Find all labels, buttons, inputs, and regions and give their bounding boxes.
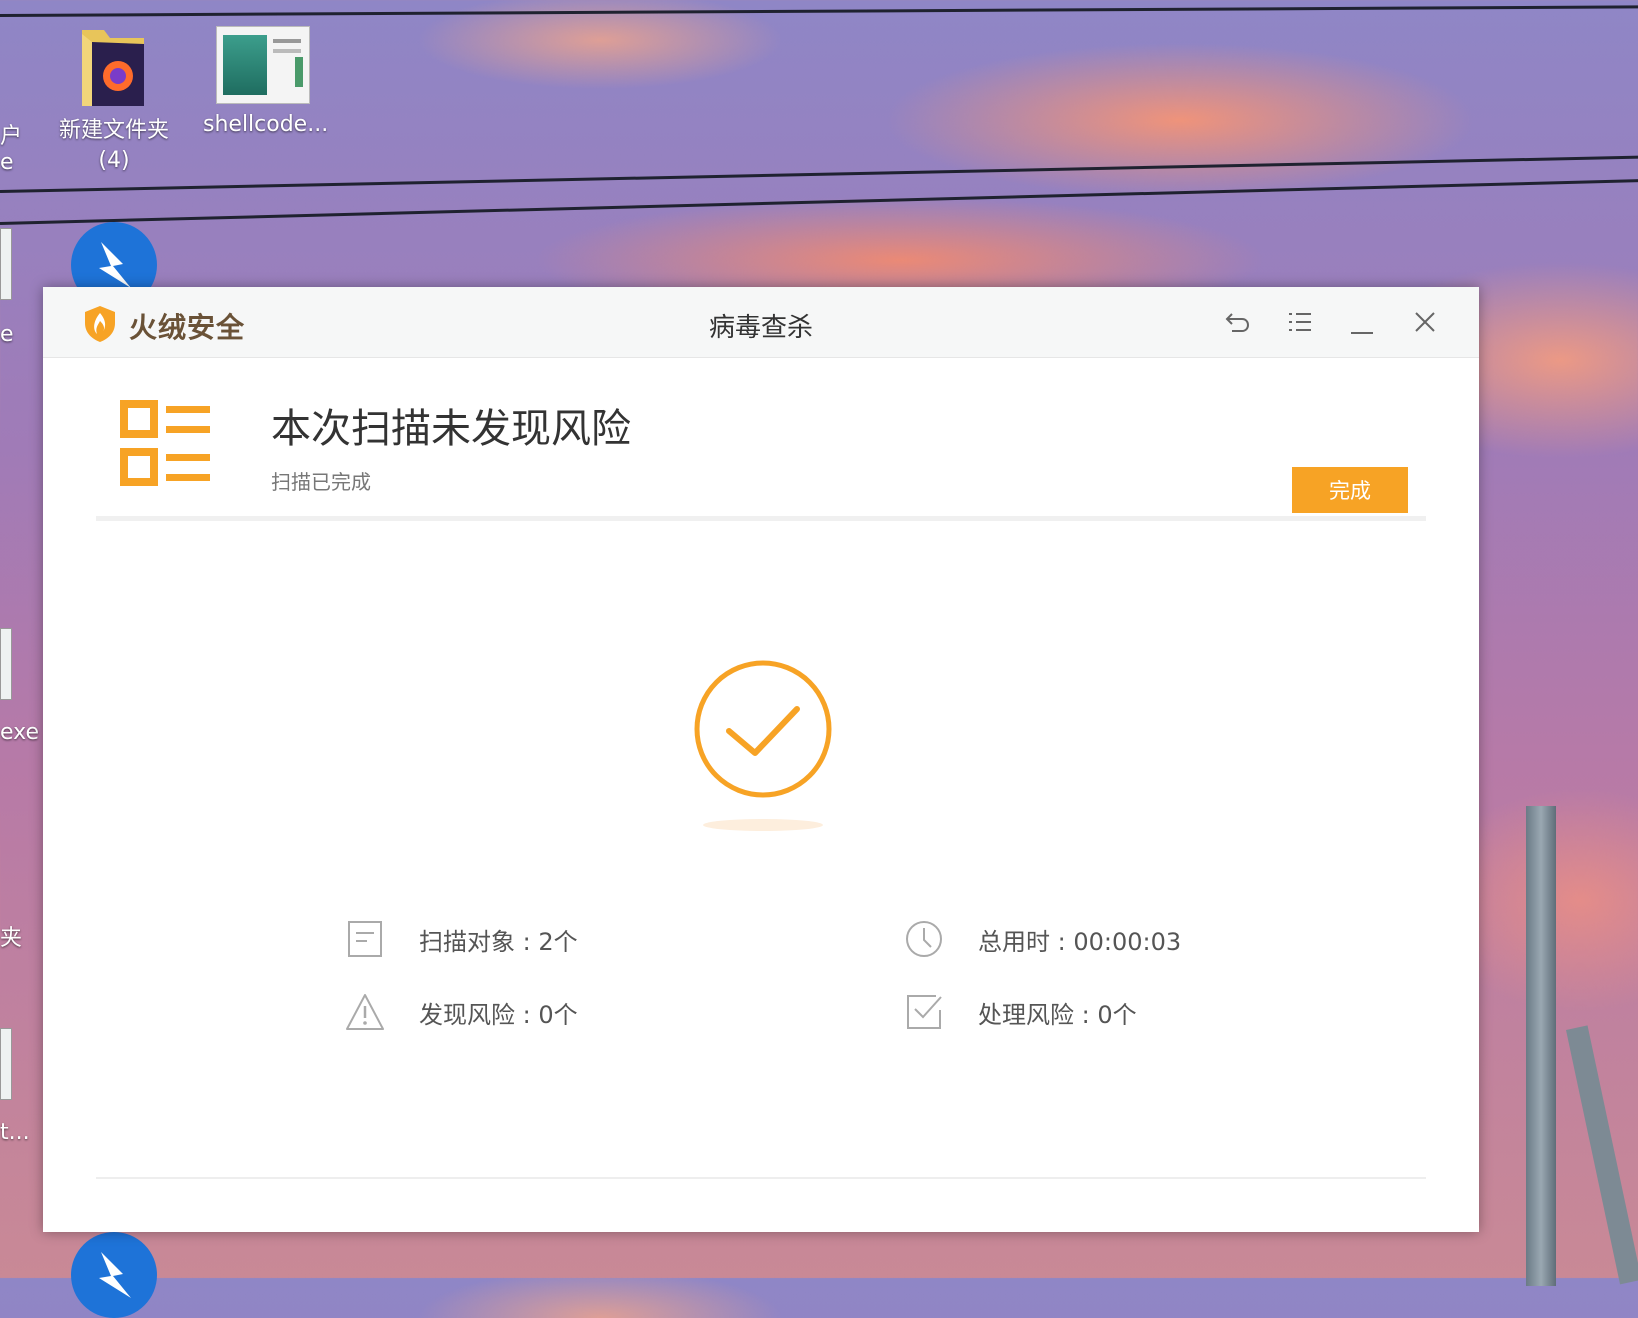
desktop-icon-label: 新建文件夹: [58, 118, 169, 143]
desktop-icon-label: shellcode...: [203, 112, 329, 137]
close-icon[interactable]: [1410, 307, 1440, 337]
document-icon: [345, 919, 385, 959]
utility-pole: [1526, 806, 1556, 1286]
menu-icon[interactable]: [1285, 307, 1315, 337]
stat-scanned: 扫描对象 : 2个: [345, 919, 578, 959]
desktop-folder-icon[interactable]: 新建文件夹 (4): [54, 20, 174, 176]
stat-found: 发现风险 : 0个: [345, 992, 578, 1032]
desktop-edge-label[interactable]: exe: [0, 720, 39, 745]
power-line: [0, 5, 1638, 17]
file-icon[interactable]: [0, 628, 12, 700]
lightning-app-icon[interactable]: [71, 1232, 157, 1318]
stat-handled-text: 处理风险 : 0个: [978, 1000, 1137, 1029]
success-check-icon: [691, 657, 835, 841]
clock-icon: [904, 919, 944, 959]
minimize-icon[interactable]: [1347, 307, 1377, 337]
window-app-icon: [216, 26, 310, 104]
desktop-edge-label[interactable]: e: [0, 150, 14, 175]
scan-status-text: 扫描已完成: [271, 470, 371, 494]
file-icon[interactable]: [0, 1028, 12, 1100]
desktop-edge-label[interactable]: e: [0, 322, 14, 347]
stat-scanned-text: 扫描对象 : 2个: [419, 927, 578, 956]
checkbox-icon: [904, 992, 944, 1032]
warning-icon: [345, 992, 385, 1032]
stat-elapsed-text: 总用时 : 00:00:03: [978, 927, 1182, 956]
desktop-edge-label[interactable]: 户: [0, 118, 22, 150]
desktop-edge-label[interactable]: 夹: [0, 920, 22, 952]
desktop-icon-label: (4): [98, 148, 130, 173]
scan-result-title: 本次扫描未发现风险: [271, 406, 631, 452]
desktop-edge-label[interactable]: t...: [0, 1120, 30, 1145]
app-window: 火绒安全 病毒查杀 本次扫描未发现风险 扫描已完成 完成 扫描对象: 2个 总…: [43, 287, 1479, 1232]
desktop-shellcode-icon[interactable]: shellcode...: [203, 26, 329, 140]
divider: [96, 516, 1426, 521]
window-title: 病毒查杀: [708, 313, 813, 343]
title-bar[interactable]: 火绒安全 病毒查杀: [43, 287, 1479, 358]
done-button[interactable]: 完成: [1292, 467, 1408, 513]
stat-found-text: 发现风险 : 0个: [419, 1000, 578, 1029]
divider: [96, 1177, 1426, 1179]
scan-report-icon: [120, 400, 212, 492]
file-icon[interactable]: [0, 228, 12, 300]
back-icon[interactable]: [1222, 307, 1252, 337]
folder-icon: [78, 20, 150, 110]
result-header: 本次扫描未发现风险 扫描已完成 完成: [43, 358, 1479, 528]
stat-handled: 处理风险 : 0个: [904, 992, 1137, 1032]
stat-elapsed: 总用时 : 00:00:03: [904, 919, 1181, 959]
utility-pole: [1566, 1025, 1638, 1285]
